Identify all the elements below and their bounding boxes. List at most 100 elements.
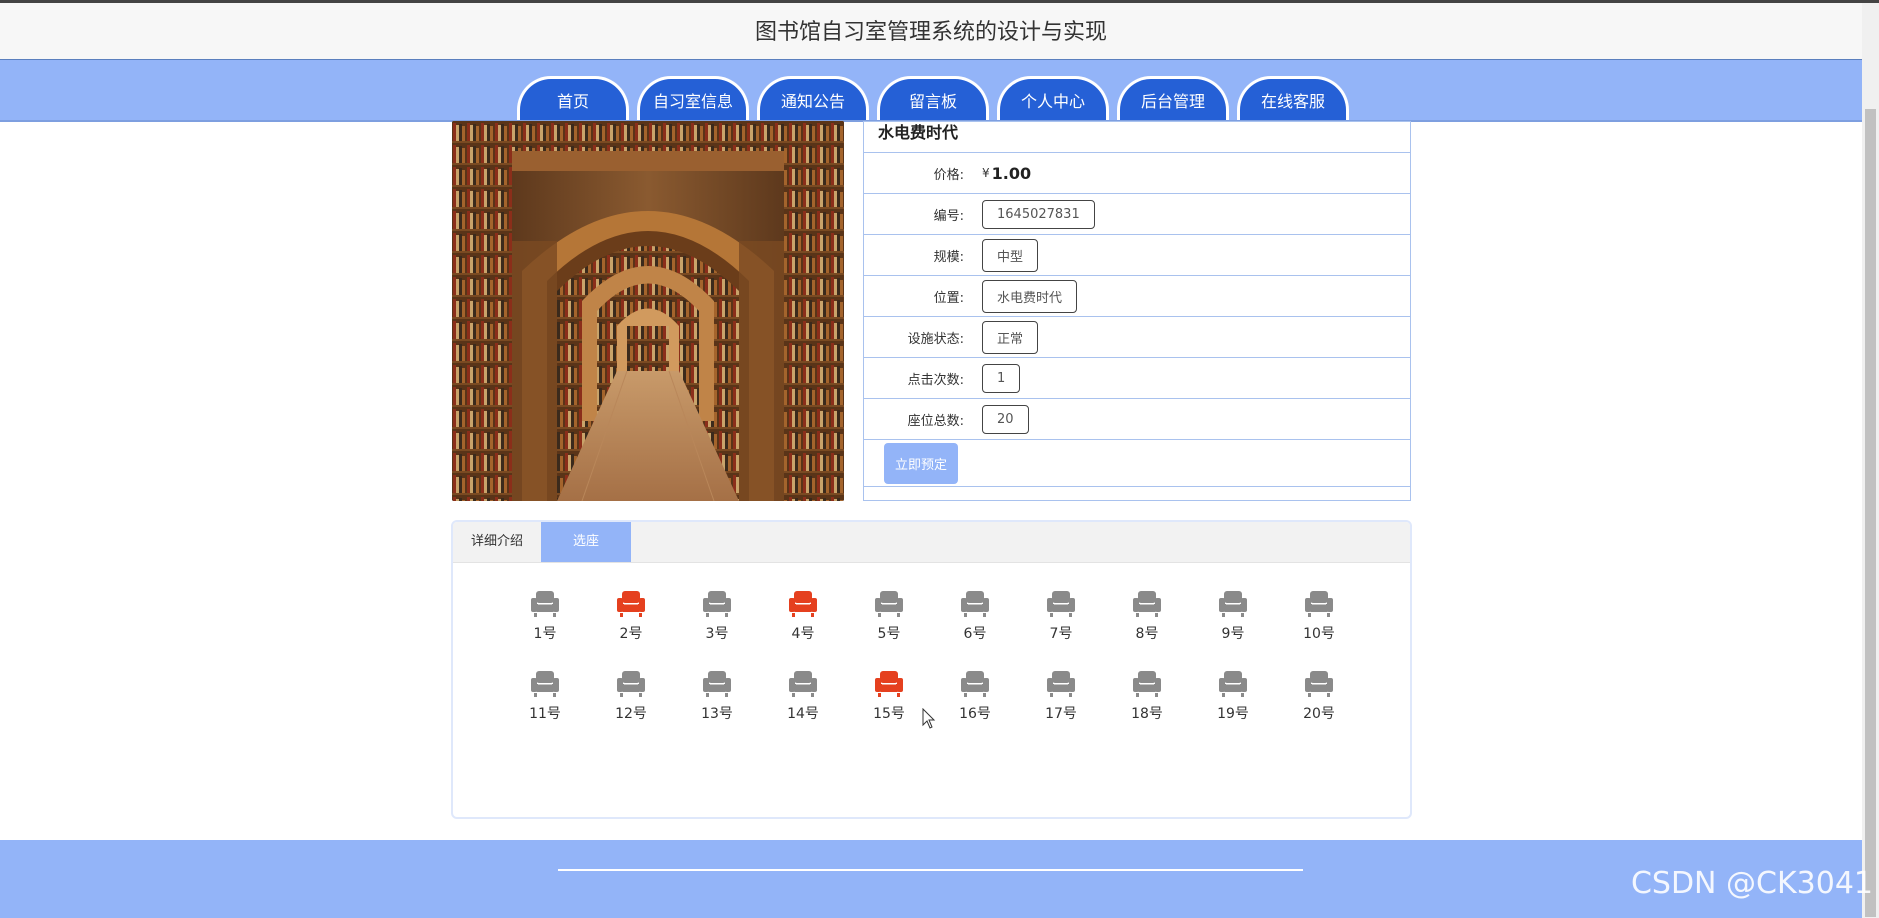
field-label: 位置: — [933, 290, 964, 306]
seat-17[interactable]: 17号 — [1031, 670, 1091, 740]
seat-number-label: 4号 — [791, 626, 815, 642]
field-row-scale: 规模: 中型 — [864, 235, 1410, 276]
seat-number-label: 8号 — [1135, 626, 1159, 642]
nav-tab-announcements[interactable]: 通知公告 — [757, 76, 869, 120]
armchair-icon — [961, 671, 989, 697]
armchair-icon — [1219, 671, 1247, 697]
field-value: 正常 — [982, 320, 1039, 354]
seat-number-label: 6号 — [963, 626, 987, 642]
seat-20[interactable]: 20号 — [1289, 670, 1349, 740]
armchair-icon — [531, 591, 559, 617]
mouse-pointer-icon — [922, 708, 936, 729]
study-room-info-panel: 水电费时代 价格: ¥ 1.00 编号: 1645027831 规模: 中型 位… — [863, 121, 1411, 501]
scrollbar-thumb[interactable] — [1865, 109, 1876, 917]
armchair-icon — [1133, 671, 1161, 697]
page-title: 图书馆自习室管理系统的设计与实现 — [0, 3, 1862, 60]
nav-tabs: 首页 自习室信息 通知公告 留言板 个人中心 后台管理 在线客服 — [517, 76, 1349, 120]
field-label: 规模: — [933, 249, 964, 265]
detail-tab-panel: 详细介绍 选座 1号 2号 3号 4号 5号 6号 7号 8号 9号 10号 11号 12号 13号 14… — [451, 520, 1412, 819]
seat-6[interactable]: 6号 — [945, 590, 1005, 660]
seat-15[interactable]: 15号 — [859, 670, 919, 740]
book-now-button[interactable]: 立即预定 — [884, 442, 959, 484]
seat-10[interactable]: 10号 — [1289, 590, 1349, 660]
seat-9[interactable]: 9号 — [1203, 590, 1263, 660]
study-room-image — [452, 121, 844, 501]
nav-tab-study-room-info[interactable]: 自习室信息 — [637, 76, 749, 120]
field-label: 座位总数: — [907, 413, 964, 429]
seat-number-label: 7号 — [1049, 626, 1073, 642]
field-row-facility-status: 设施状态: 正常 — [864, 317, 1410, 358]
booking-row: 立即预定 — [864, 440, 1410, 487]
seat-number-label: 16号 — [959, 706, 991, 722]
seat-number-label: 13号 — [701, 706, 733, 722]
seat-8[interactable]: 8号 — [1117, 590, 1177, 660]
main-navbar: 首页 自习室信息 通知公告 留言板 个人中心 后台管理 在线客服 — [0, 60, 1862, 122]
seat-19[interactable]: 19号 — [1203, 670, 1263, 740]
seat-1[interactable]: 1号 — [515, 590, 575, 660]
seat-14[interactable]: 14号 — [773, 670, 833, 740]
seat-7[interactable]: 7号 — [1031, 590, 1091, 660]
armchair-icon — [617, 671, 645, 697]
armchair-icon — [703, 591, 731, 617]
nav-tab-home[interactable]: 首页 — [517, 76, 629, 120]
armchair-icon — [1047, 671, 1075, 697]
seat-18[interactable]: 18号 — [1117, 670, 1177, 740]
seat-16[interactable]: 16号 — [945, 670, 1005, 740]
nav-tab-personal-center[interactable]: 个人中心 — [997, 76, 1109, 120]
seat-number-label: 20号 — [1303, 706, 1335, 722]
field-row-number: 编号: 1645027831 — [864, 194, 1410, 235]
footer — [0, 840, 1862, 918]
armchair-icon — [789, 591, 817, 617]
price-value: 1.00 — [991, 163, 1032, 183]
currency-symbol: ¥ — [982, 166, 990, 180]
armchair-icon — [961, 591, 989, 617]
seat-11[interactable]: 11号 — [515, 670, 575, 740]
seat-number-label: 18号 — [1131, 706, 1163, 722]
armchair-icon — [789, 671, 817, 697]
armchair-icon — [1305, 671, 1333, 697]
field-label: 设施状态: — [907, 331, 964, 347]
field-value: 1645027831 — [982, 199, 1095, 229]
tab-select-seat[interactable]: 选座 — [541, 522, 632, 562]
seat-number-label: 14号 — [787, 706, 819, 722]
field-value: 20 — [982, 404, 1029, 434]
seat-4[interactable]: 4号 — [773, 590, 833, 660]
field-label: 点击次数: — [907, 372, 964, 388]
seat-number-label: 3号 — [705, 626, 729, 642]
armchair-icon — [617, 591, 645, 617]
seat-number-label: 12号 — [615, 706, 647, 722]
seat-5[interactable]: 5号 — [859, 590, 919, 660]
seat-number-label: 2号 — [619, 626, 643, 642]
seat-number-label: 15号 — [873, 706, 905, 722]
field-value: 1 — [982, 363, 1021, 393]
seat-3[interactable]: 3号 — [687, 590, 747, 660]
field-value: 中型 — [982, 238, 1039, 272]
tab-header: 详细介绍 选座 — [453, 522, 1410, 563]
nav-tab-admin[interactable]: 后台管理 — [1117, 76, 1229, 120]
vertical-scrollbar[interactable] — [1862, 3, 1879, 918]
field-value: 水电费时代 — [982, 279, 1078, 313]
footer-divider — [558, 869, 1303, 871]
price-row: 价格: ¥ 1.00 — [864, 153, 1410, 194]
library-corridor-picture — [452, 121, 844, 501]
armchair-icon — [531, 671, 559, 697]
armchair-icon — [1219, 591, 1247, 617]
armchair-icon — [1047, 591, 1075, 617]
field-row-location: 位置: 水电费时代 — [864, 276, 1410, 317]
nav-tab-message-board[interactable]: 留言板 — [877, 76, 989, 120]
seat-2[interactable]: 2号 — [601, 590, 661, 660]
seat-number-label: 5号 — [877, 626, 901, 642]
seat-number-label: 17号 — [1045, 706, 1077, 722]
tab-detail-intro[interactable]: 详细介绍 — [453, 522, 541, 562]
field-row-click-count: 点击次数: 1 — [864, 358, 1410, 399]
nav-tab-online-service[interactable]: 在线客服 — [1237, 76, 1349, 120]
seat-number-label: 1号 — [533, 626, 557, 642]
seat-number-label: 10号 — [1303, 626, 1335, 642]
price-label: 价格: — [933, 167, 964, 183]
seat-number-label: 11号 — [529, 706, 561, 722]
room-name: 水电费时代 — [864, 122, 1410, 153]
watermark: CSDN @CK3041 — [1630, 866, 1873, 901]
seat-13[interactable]: 13号 — [687, 670, 747, 740]
seat-12[interactable]: 12号 — [601, 670, 661, 740]
seat-number-label: 9号 — [1221, 626, 1245, 642]
